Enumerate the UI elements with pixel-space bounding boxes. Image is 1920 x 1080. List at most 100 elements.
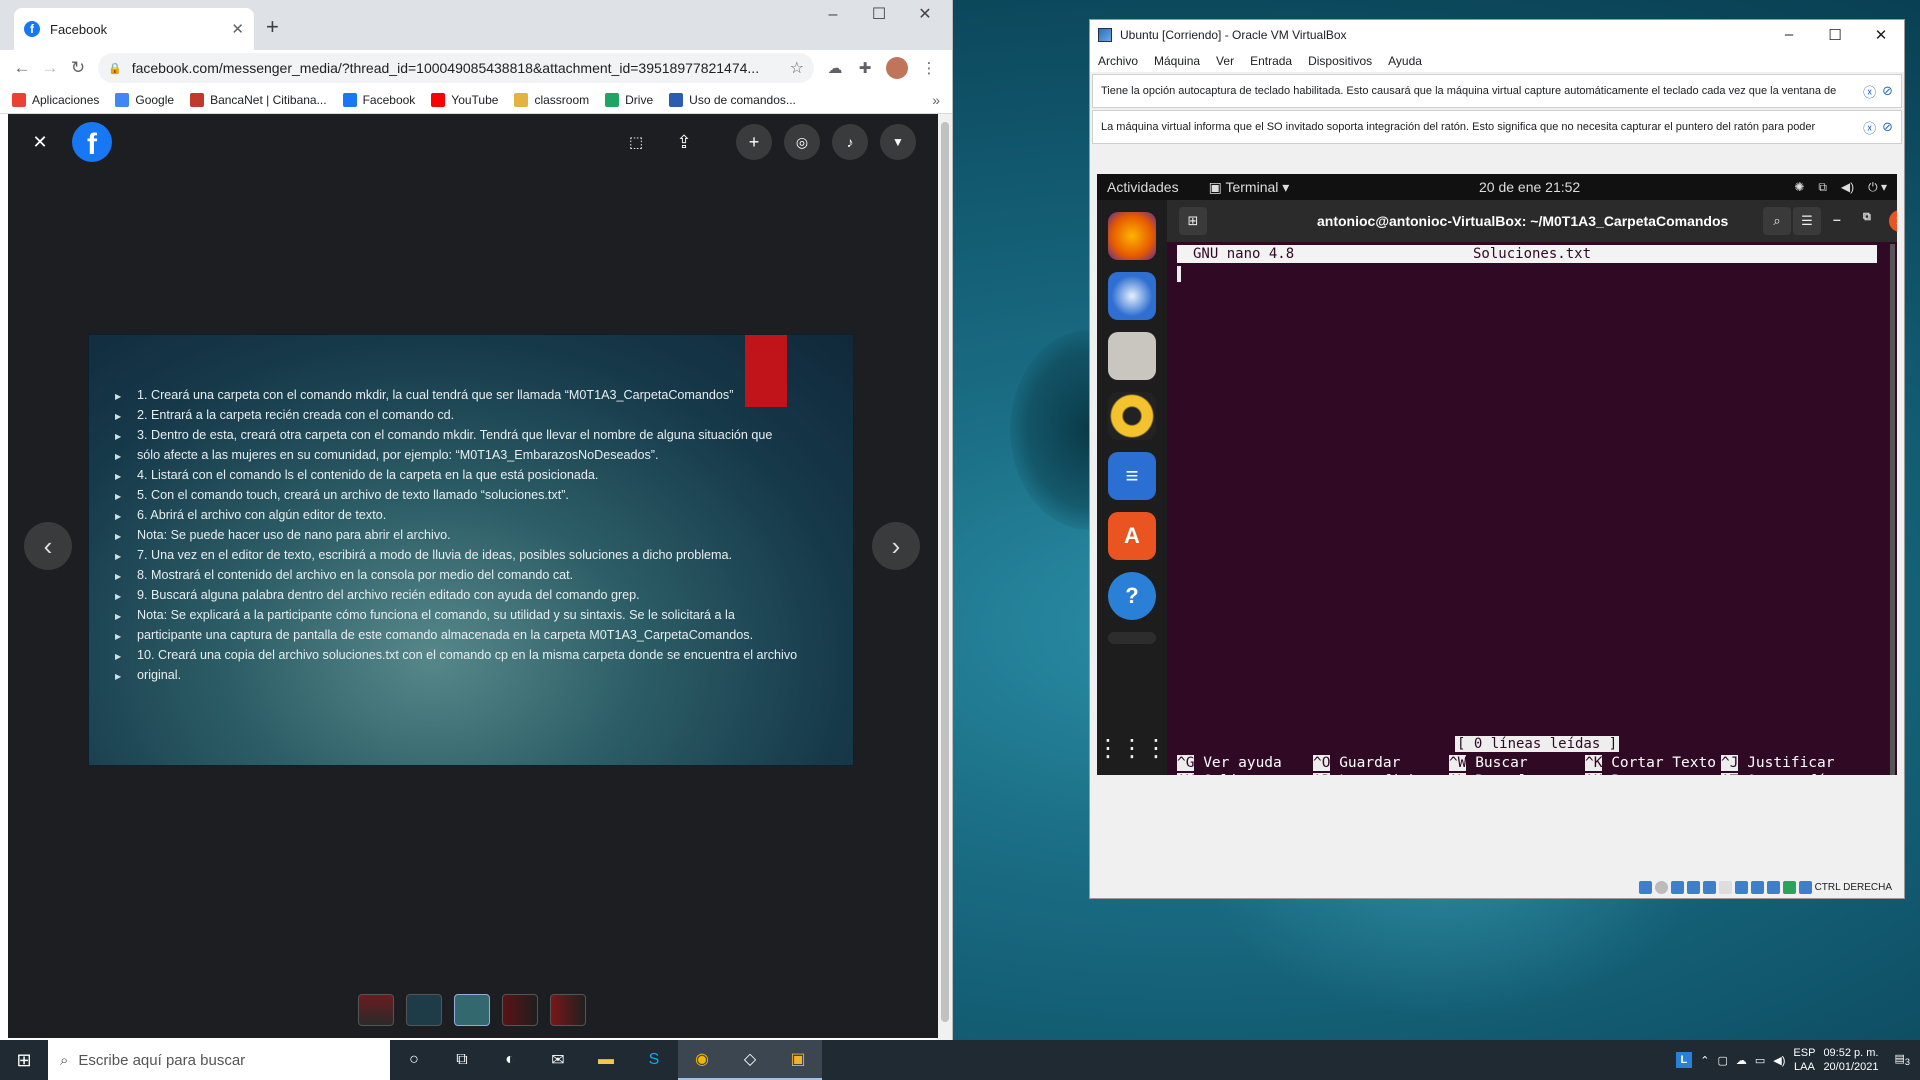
- tag-photo-icon[interactable]: ⬚: [618, 124, 654, 160]
- notice-mute-icon[interactable]: ⊘: [1882, 119, 1893, 135]
- next-photo-icon[interactable]: ›: [872, 522, 920, 570]
- help-icon[interactable]: ?: [1108, 572, 1156, 620]
- close-viewer-icon[interactable]: ✕: [22, 124, 58, 160]
- menu-item[interactable]: Ver: [1216, 54, 1234, 68]
- bookmark-item[interactable]: Drive: [605, 92, 653, 107]
- maximize-button[interactable]: ☐: [856, 4, 902, 26]
- app-tray-icon[interactable]: L: [1675, 1052, 1693, 1068]
- system-tray[interactable]: ✺ ⧉ ◀) ⏻ ▾: [1794, 180, 1887, 195]
- thumbnail-active[interactable]: [454, 994, 490, 1026]
- menu-item[interactable]: Dispositivos: [1308, 54, 1372, 68]
- facebook-logo-icon[interactable]: f: [72, 122, 112, 162]
- page-scrollbar[interactable]: [938, 114, 952, 1040]
- thunderbird-icon[interactable]: [1108, 272, 1156, 320]
- files-icon[interactable]: [1108, 332, 1156, 380]
- menu-item[interactable]: Entrada: [1250, 54, 1292, 68]
- meet-icon[interactable]: ▢: [1717, 1054, 1727, 1067]
- chrome-taskbar-icon[interactable]: ◉: [678, 1040, 726, 1080]
- network-adapter-icon[interactable]: [1686, 881, 1700, 894]
- notice-info-icon[interactable]: ⓧ: [1863, 118, 1876, 137]
- onedrive-icon[interactable]: ☁: [1736, 1054, 1747, 1067]
- network-icon[interactable]: ⧉: [1818, 180, 1827, 195]
- terminal-restore-icon[interactable]: ⧉: [1863, 211, 1871, 224]
- thumbnail[interactable]: [358, 994, 394, 1026]
- tray-overflow-icon[interactable]: ⌃: [1700, 1054, 1709, 1067]
- optical-drive-icon[interactable]: [1654, 881, 1668, 894]
- file-explorer-icon[interactable]: ▬: [582, 1040, 630, 1080]
- taskbar-clock[interactable]: 09:52 p. m. 20/01/2021: [1823, 1046, 1878, 1074]
- minimize-button[interactable]: –: [1766, 26, 1812, 44]
- volume-icon[interactable]: ◀): [1841, 180, 1854, 195]
- cortana-icon[interactable]: ○: [390, 1040, 438, 1080]
- minimize-button[interactable]: –: [810, 4, 856, 26]
- taskbar-search-box[interactable]: ⌕ Escribe aquí para buscar: [48, 1040, 390, 1080]
- bookmark-item[interactable]: Aplicaciones: [12, 92, 99, 107]
- terminal-search-icon[interactable]: ⌕: [1763, 207, 1791, 235]
- extensions-puzzle-icon[interactable]: ✚: [850, 59, 880, 77]
- address-bar[interactable]: 🔒 facebook.com/messenger_media/?thread_i…: [98, 53, 814, 83]
- mouse-integration-icon[interactable]: [1782, 881, 1796, 894]
- scrollbar-thumb[interactable]: [941, 122, 949, 1022]
- power-icon[interactable]: ⏻ ▾: [1868, 180, 1887, 195]
- show-applications-icon[interactable]: ⋮⋮⋮: [1097, 734, 1168, 763]
- terminal-scrollbar[interactable]: [1890, 244, 1895, 775]
- notifications-bell-icon[interactable]: ♪: [832, 124, 868, 160]
- profile-avatar[interactable]: [886, 57, 908, 79]
- clock-datetime[interactable]: 20 de ene 21:52: [1479, 179, 1580, 195]
- close-button[interactable]: ✕: [902, 4, 948, 26]
- bookmarks-overflow-icon[interactable]: »: [932, 92, 940, 108]
- terminal-window[interactable]: ⊞ antonioc@antonioc-VirtualBox: ~/M0T1A3…: [1167, 200, 1897, 775]
- terminal-minimize-icon[interactable]: –: [1833, 211, 1841, 227]
- software-center-icon[interactable]: A: [1108, 512, 1156, 560]
- rhythmbox-icon[interactable]: [1108, 392, 1156, 440]
- tab-close-icon[interactable]: ✕: [231, 20, 244, 38]
- bookmark-item[interactable]: Facebook: [342, 92, 415, 107]
- keyboard-capture-icon[interactable]: [1798, 881, 1812, 894]
- network-icon[interactable]: ▭: [1755, 1054, 1765, 1067]
- virtualbox-vm-icon[interactable]: ▣: [774, 1040, 822, 1080]
- bookmark-item[interactable]: classroom: [514, 92, 589, 107]
- notice-info-icon[interactable]: ⓧ: [1863, 82, 1876, 101]
- tab-facebook[interactable]: f Facebook ✕: [14, 8, 254, 50]
- volume-icon[interactable]: ◀): [1773, 1054, 1785, 1067]
- terminal-close-icon[interactable]: ✕: [1889, 210, 1897, 232]
- menu-item[interactable]: Máquina: [1154, 54, 1200, 68]
- shared-folders-icon[interactable]: [1718, 881, 1732, 894]
- notice-mute-icon[interactable]: ⊘: [1882, 83, 1893, 99]
- extension-icon[interactable]: ☁: [820, 59, 850, 77]
- create-icon[interactable]: +: [736, 124, 772, 160]
- messenger-icon[interactable]: ◎: [784, 124, 820, 160]
- menu-item[interactable]: Ayuda: [1388, 54, 1422, 68]
- bookmark-item[interactable]: Google: [115, 92, 174, 107]
- bookmark-star-icon[interactable]: ☆: [790, 58, 804, 78]
- terminal-app-menu[interactable]: ▣ Terminal ▾: [1209, 179, 1290, 196]
- display-icon[interactable]: [1734, 881, 1748, 894]
- ubuntu-guest-screen[interactable]: Actividades ▣ Terminal ▾ 20 de ene 21:52…: [1097, 174, 1897, 775]
- bookmark-item[interactable]: YouTube: [431, 92, 498, 107]
- task-view-icon[interactable]: ⧉: [438, 1040, 486, 1080]
- terminal-dock-icon[interactable]: [1108, 632, 1156, 644]
- audio-icon[interactable]: [1670, 881, 1684, 894]
- close-button[interactable]: ✕: [1858, 26, 1904, 44]
- skype-icon[interactable]: S: [630, 1040, 678, 1080]
- menu-item[interactable]: Archivo: [1098, 54, 1138, 68]
- thumbnail[interactable]: [502, 994, 538, 1026]
- account-menu-icon[interactable]: ▼: [880, 124, 916, 160]
- virtualization-icon[interactable]: [1766, 881, 1780, 894]
- windows-start-icon[interactable]: ⊞: [0, 1040, 48, 1080]
- terminal-menu-icon[interactable]: ☰: [1793, 207, 1821, 235]
- libreoffice-writer-icon[interactable]: ≡: [1108, 452, 1156, 500]
- chrome-menu-icon[interactable]: ⋮: [914, 59, 944, 77]
- hard-disk-icon[interactable]: [1638, 881, 1652, 894]
- mail-icon[interactable]: ✉: [534, 1040, 582, 1080]
- maximize-button[interactable]: ☐: [1812, 26, 1858, 44]
- thumbnail[interactable]: [406, 994, 442, 1026]
- bookmark-item[interactable]: Uso de comandos...: [669, 92, 796, 107]
- share-icon[interactable]: ⇪: [666, 124, 702, 160]
- input-language[interactable]: ESP LAA: [1793, 1046, 1815, 1074]
- bookmark-item[interactable]: BancaNet | Citibana...: [190, 92, 327, 107]
- video-capture-icon[interactable]: [1750, 881, 1764, 894]
- forward-button[interactable]: →: [36, 58, 64, 78]
- back-button[interactable]: ←: [8, 58, 36, 78]
- firefox-icon[interactable]: [1108, 212, 1156, 260]
